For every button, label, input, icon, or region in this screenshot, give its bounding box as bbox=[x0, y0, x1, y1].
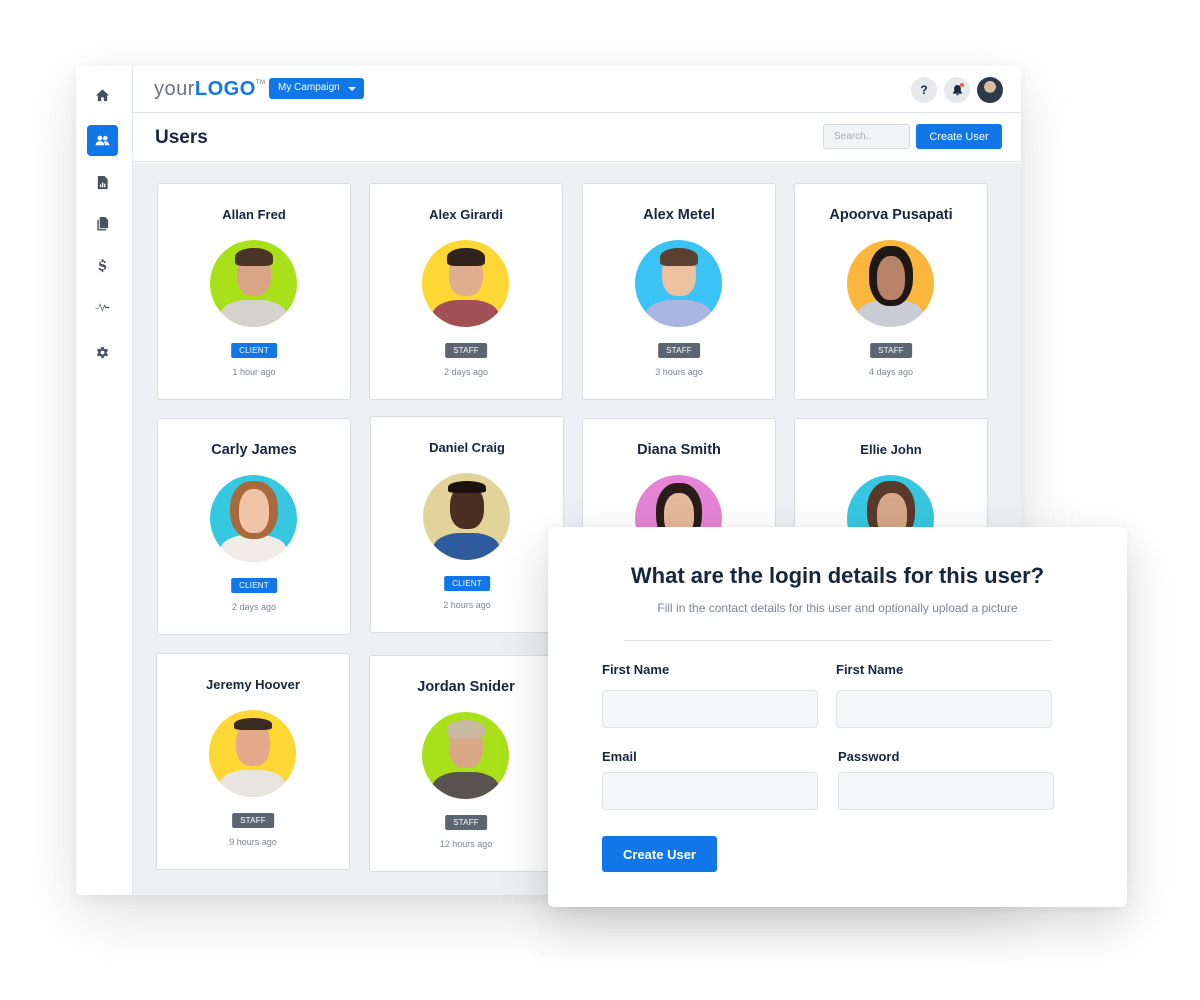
users-icon bbox=[95, 135, 110, 146]
role-badge: STAFF bbox=[232, 813, 274, 828]
user-name: Alex Metel bbox=[643, 207, 715, 223]
user-card[interactable]: Jordan Snider STAFF 12 hours ago bbox=[369, 655, 563, 872]
user-name: Diana Smith bbox=[637, 442, 721, 458]
logo[interactable]: yourLOGOTM bbox=[154, 78, 265, 101]
sidebar-item-reports[interactable] bbox=[87, 167, 118, 198]
user-card[interactable]: Allan Fred CLIENT 1 hour ago bbox=[157, 183, 351, 400]
gear-icon bbox=[96, 346, 109, 359]
role-badge: STAFF bbox=[445, 343, 487, 358]
role-badge: CLIENT bbox=[231, 578, 277, 593]
campaign-selector-label: My Campaign bbox=[278, 82, 340, 93]
user-avatar bbox=[422, 712, 509, 799]
second-name-input[interactable] bbox=[836, 690, 1052, 728]
user-name: Daniel Craig bbox=[429, 440, 505, 455]
user-avatar bbox=[210, 240, 297, 327]
role-badge: CLIENT bbox=[444, 576, 490, 591]
last-seen: 3 hours ago bbox=[655, 367, 703, 377]
top-navigation-bar: yourLOGOTM My Campaign ? bbox=[133, 66, 1021, 113]
email-label: Email bbox=[602, 749, 637, 764]
last-seen: 9 hours ago bbox=[229, 837, 277, 847]
page-header: Users Create User bbox=[133, 113, 1021, 162]
user-name: Alex Girardi bbox=[429, 207, 503, 222]
user-card[interactable]: Alex Metel STAFF 3 hours ago bbox=[582, 183, 776, 400]
help-button[interactable]: ? bbox=[911, 77, 937, 103]
help-icon: ? bbox=[920, 83, 928, 97]
last-seen: 1 hour ago bbox=[232, 367, 276, 377]
sidebar-item-documents[interactable] bbox=[87, 208, 118, 239]
logo-prefix: your bbox=[154, 78, 195, 100]
page-title: Users bbox=[155, 127, 208, 148]
modal-title: What are the login details for this user… bbox=[630, 563, 1045, 588]
last-seen: 2 days ago bbox=[443, 367, 489, 377]
last-seen: 12 hours ago bbox=[439, 839, 493, 849]
first-name-input[interactable] bbox=[602, 690, 818, 728]
role-badge: CLIENT bbox=[231, 343, 277, 358]
user-name: Ellie John bbox=[860, 442, 922, 457]
user-card[interactable]: Alex Girardi STAFF 2 days ago bbox=[369, 183, 563, 400]
sidebar-item-users[interactable] bbox=[87, 125, 118, 156]
user-avatar bbox=[210, 475, 297, 562]
second-name-label: First Name bbox=[836, 662, 904, 677]
user-avatar bbox=[635, 240, 722, 327]
caret-down-icon bbox=[348, 87, 356, 91]
modal-create-user-button[interactable]: Create User bbox=[602, 836, 717, 872]
password-label: Password bbox=[838, 749, 900, 764]
password-input[interactable] bbox=[838, 772, 1054, 810]
user-card[interactable]: Daniel Craig CLIENT 2 hours ago bbox=[370, 416, 564, 633]
user-name: Jeremy Hoover bbox=[206, 677, 300, 692]
last-seen: 4 days ago bbox=[868, 367, 914, 377]
sidebar-item-home[interactable] bbox=[87, 80, 118, 111]
role-badge: STAFF bbox=[870, 343, 912, 358]
profile-avatar[interactable] bbox=[977, 77, 1003, 103]
modal-subtitle: Fill in the contact details for this use… bbox=[657, 601, 1018, 615]
sidebar-item-billing[interactable] bbox=[87, 250, 118, 281]
user-avatar bbox=[209, 710, 296, 797]
sidebar-item-activity[interactable] bbox=[87, 292, 118, 323]
user-name: Allan Fred bbox=[222, 207, 286, 222]
role-badge: STAFF bbox=[445, 815, 487, 830]
dollar-icon bbox=[98, 258, 107, 273]
last-seen: 2 days ago bbox=[231, 602, 277, 612]
create-user-button[interactable]: Create User bbox=[916, 124, 1002, 149]
modal-divider bbox=[624, 640, 1052, 641]
role-badge: STAFF bbox=[658, 343, 700, 358]
user-card[interactable]: Jeremy Hoover STAFF 9 hours ago bbox=[156, 653, 350, 870]
sidebar-item-settings[interactable] bbox=[87, 337, 118, 368]
user-name: Jordan Snider bbox=[417, 679, 515, 695]
campaign-selector[interactable]: My Campaign bbox=[269, 78, 364, 99]
sidebar bbox=[76, 66, 133, 895]
first-name-label: First Name bbox=[602, 662, 670, 677]
search-input[interactable] bbox=[823, 124, 910, 149]
user-avatar bbox=[423, 473, 510, 560]
user-avatar bbox=[422, 240, 509, 327]
logo-brand: LOGO bbox=[194, 78, 256, 100]
notification-dot bbox=[960, 83, 964, 87]
create-user-modal: What are the login details for this user… bbox=[548, 527, 1127, 907]
home-icon bbox=[95, 89, 110, 102]
notifications-button[interactable] bbox=[944, 77, 970, 103]
email-input[interactable] bbox=[602, 772, 818, 810]
user-card[interactable]: Apoorva Pusapati STAFF 4 days ago bbox=[794, 183, 988, 400]
user-name: Apoorva Pusapati bbox=[829, 207, 953, 223]
last-seen: 2 hours ago bbox=[443, 600, 491, 610]
report-icon bbox=[97, 175, 108, 190]
user-card[interactable]: Carly James CLIENT 2 days ago bbox=[157, 418, 351, 635]
activity-icon bbox=[95, 303, 110, 312]
logo-trademark: TM bbox=[255, 80, 266, 86]
documents-icon bbox=[97, 216, 109, 231]
user-avatar bbox=[847, 240, 934, 327]
user-name: Carly James bbox=[211, 442, 297, 458]
